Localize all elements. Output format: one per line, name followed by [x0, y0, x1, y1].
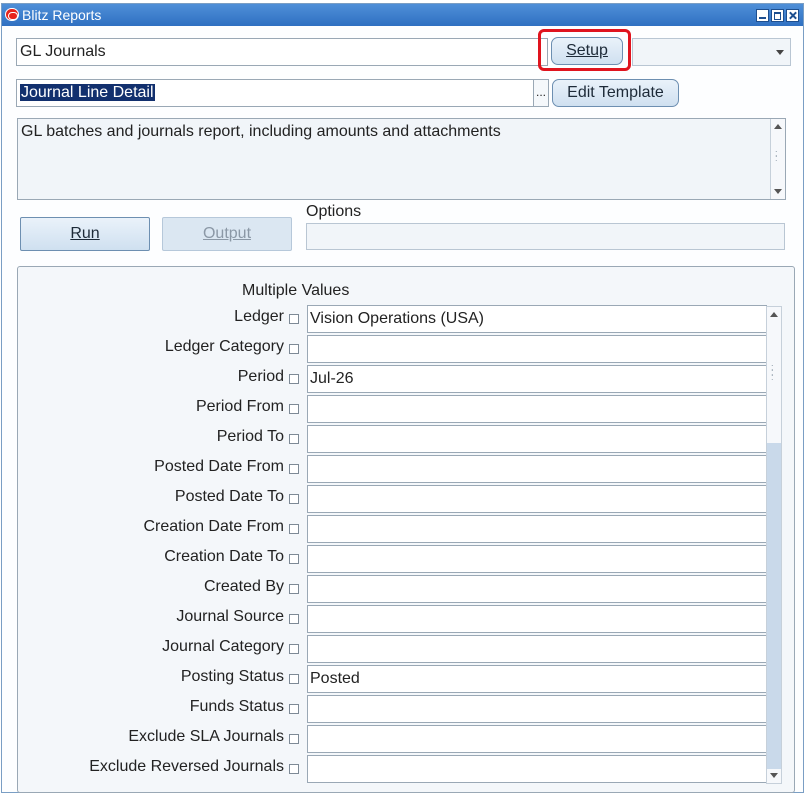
- param-row-funds-status: Funds Status: [18, 695, 778, 725]
- category-dropdown[interactable]: [632, 38, 791, 66]
- param-label: Journal Category: [162, 638, 284, 655]
- oracle-logo-icon: [5, 8, 19, 21]
- param-row-posting-status: Posting Status Posted: [18, 665, 778, 695]
- param-field[interactable]: [307, 335, 767, 363]
- param-field[interactable]: [307, 395, 767, 423]
- param-field[interactable]: [307, 695, 767, 723]
- param-label: Period: [237, 368, 284, 385]
- multiple-values-checkbox[interactable]: [289, 704, 299, 714]
- param-row-creation-date-from: Creation Date From: [18, 515, 778, 545]
- edit-template-button[interactable]: Edit Template: [552, 79, 679, 107]
- param-field[interactable]: Jul-26: [307, 365, 767, 393]
- scroll-grip-icon: ::: [775, 148, 779, 163]
- param-field[interactable]: [307, 755, 767, 783]
- template-field[interactable]: Journal Line Detail: [16, 79, 534, 107]
- param-label: Creation Date To: [164, 548, 284, 565]
- maximize-icon[interactable]: [771, 9, 784, 22]
- param-field[interactable]: [307, 455, 767, 483]
- output-button-label: Output: [202, 225, 252, 242]
- multiple-values-checkbox[interactable]: [289, 404, 299, 414]
- list-of-values-button[interactable]: ...: [533, 79, 549, 107]
- param-row-journal-source: Journal Source: [18, 605, 778, 635]
- multiple-values-checkbox[interactable]: [289, 584, 299, 594]
- multiple-values-checkbox[interactable]: [289, 554, 299, 564]
- window-title: Blitz Reports: [22, 7, 102, 23]
- description-text: GL batches and journals report, includin…: [21, 123, 501, 140]
- highlight-box: [538, 29, 631, 71]
- param-row-posted-date-to: Posted Date To: [18, 485, 778, 515]
- param-field[interactable]: [307, 425, 767, 453]
- scrollbar-track[interactable]: [767, 443, 781, 769]
- param-label: Creation Date From: [143, 518, 285, 535]
- param-label: Period From: [195, 398, 284, 415]
- param-row-period-to: Period To: [18, 425, 778, 455]
- param-row-period-from: Period From: [18, 395, 778, 425]
- multiple-values-checkbox[interactable]: [289, 524, 299, 534]
- param-row-exclude-reversed-journals: Exclude Reversed Journals: [18, 755, 778, 785]
- param-label: Exclude SLA Journals: [128, 728, 284, 745]
- param-label: Period To: [216, 428, 284, 445]
- multiple-values-checkbox[interactable]: [289, 314, 299, 324]
- param-row-ledger: Ledger Vision Operations (USA): [18, 305, 778, 335]
- multiple-values-checkbox[interactable]: [289, 344, 299, 354]
- param-label: Posted Date From: [154, 458, 284, 475]
- multiple-values-header: Multiple Values: [242, 282, 350, 299]
- options-field[interactable]: [306, 223, 785, 250]
- description-textarea[interactable]: GL batches and journals report, includin…: [17, 118, 786, 200]
- multiple-values-checkbox[interactable]: [289, 764, 299, 774]
- run-button[interactable]: Run: [20, 217, 150, 251]
- param-label: Created By: [203, 578, 284, 595]
- title-bar[interactable]: Blitz Reports: [2, 4, 803, 26]
- multiple-values-checkbox[interactable]: [289, 734, 299, 744]
- scroll-up-icon[interactable]: [770, 312, 778, 317]
- param-label: Ledger: [234, 308, 284, 325]
- scroll-down-icon[interactable]: [774, 189, 782, 194]
- multiple-values-checkbox[interactable]: [289, 434, 299, 444]
- blitz-reports-window: Blitz Reports GL Journals Setup Journal …: [1, 3, 804, 793]
- parameters-scrollbar[interactable]: :::: [766, 306, 782, 784]
- description-scrollbar[interactable]: ::: [770, 119, 785, 199]
- multiple-values-checkbox[interactable]: [289, 374, 299, 384]
- multiple-values-checkbox[interactable]: [289, 644, 299, 654]
- multiple-values-checkbox[interactable]: [289, 494, 299, 504]
- report-name-field[interactable]: GL Journals: [16, 38, 548, 66]
- template-value: Journal Line Detail: [20, 84, 155, 101]
- multiple-values-checkbox[interactable]: [289, 614, 299, 624]
- param-label: Posting Status: [180, 668, 284, 685]
- scroll-down-icon[interactable]: [770, 773, 778, 778]
- output-button[interactable]: Output: [162, 217, 292, 251]
- edit-template-label: Edit Template: [567, 84, 664, 101]
- param-row-creation-date-to: Creation Date To: [18, 545, 778, 575]
- param-field[interactable]: [307, 485, 767, 513]
- param-row-period: Period Jul-26: [18, 365, 778, 395]
- param-row-posted-date-from: Posted Date From: [18, 455, 778, 485]
- scroll-up-icon[interactable]: [774, 124, 782, 129]
- param-row-created-by: Created By: [18, 575, 778, 605]
- param-label: Exclude Reversed Journals: [89, 758, 284, 775]
- param-label: Journal Source: [176, 608, 284, 625]
- chevron-down-icon: [776, 50, 784, 55]
- parameters-panel: Multiple Values Ledger Vision Operations…: [17, 266, 795, 793]
- param-row-ledger-category: Ledger Category: [18, 335, 778, 365]
- param-label: Funds Status: [189, 698, 284, 715]
- param-row-journal-category: Journal Category: [18, 635, 778, 665]
- param-row-exclude-sla-journals: Exclude SLA Journals: [18, 725, 778, 755]
- multiple-values-checkbox[interactable]: [289, 464, 299, 474]
- param-label: Posted Date To: [174, 488, 284, 505]
- run-button-label: Run: [70, 225, 100, 242]
- param-field[interactable]: [307, 725, 767, 753]
- minimize-icon[interactable]: [756, 9, 769, 22]
- param-field[interactable]: Vision Operations (USA): [307, 305, 767, 333]
- close-icon[interactable]: [786, 9, 799, 22]
- param-field[interactable]: Posted: [307, 665, 767, 693]
- options-label: Options: [306, 203, 362, 220]
- param-field[interactable]: [307, 635, 767, 663]
- param-field[interactable]: [307, 545, 767, 573]
- param-field[interactable]: [307, 575, 767, 603]
- param-field[interactable]: [307, 605, 767, 633]
- scroll-grip-icon: :::: [771, 362, 775, 382]
- param-label: Ledger Category: [164, 338, 284, 355]
- param-field[interactable]: [307, 515, 767, 543]
- multiple-values-checkbox[interactable]: [289, 674, 299, 684]
